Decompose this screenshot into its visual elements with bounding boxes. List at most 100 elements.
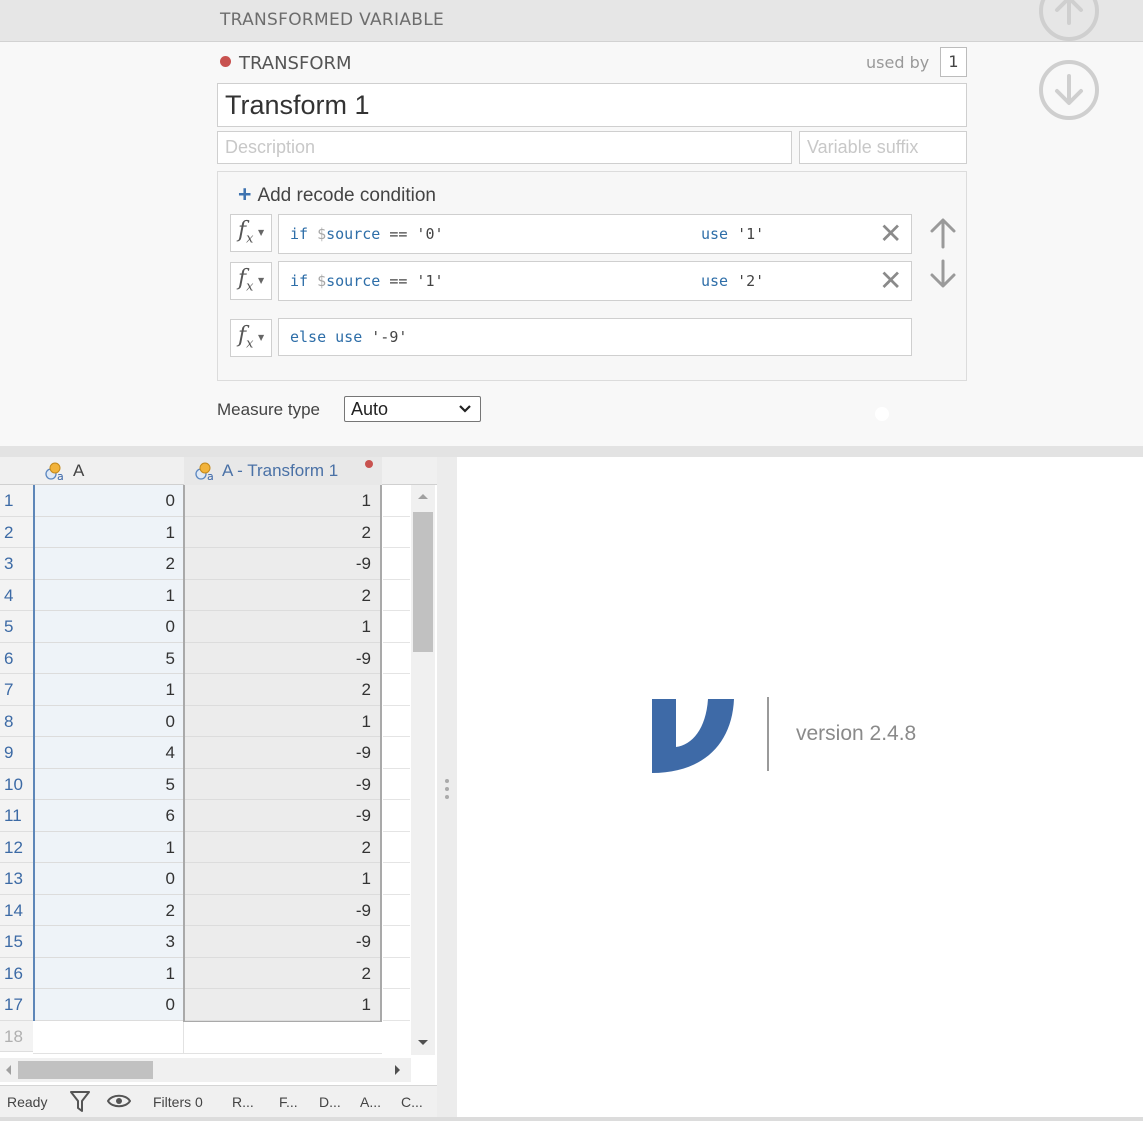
arrow-down-circle-icon[interactable] xyxy=(1039,60,1099,120)
table-cell[interactable]: 3 xyxy=(35,926,184,958)
status-bar: Ready Filters 0 R... F... D... A... C... xyxy=(0,1085,437,1118)
table-cell[interactable]: 2 xyxy=(185,517,380,548)
table-cell[interactable]: 2 xyxy=(35,895,184,926)
transform-name-input[interactable]: Transform 1 xyxy=(217,83,967,127)
table-cell[interactable]: 1 xyxy=(35,580,184,611)
table-cell[interactable]: 1 xyxy=(185,863,380,895)
row-number[interactable]: 13 xyxy=(0,863,33,895)
jamovi-logo-icon xyxy=(652,699,734,773)
eye-icon[interactable] xyxy=(107,1093,131,1109)
table-cell[interactable]: 0 xyxy=(35,989,184,1021)
add-recode-condition-button[interactable]: + Add recode condition xyxy=(238,181,436,208)
table-cell[interactable]: 0 xyxy=(35,706,184,737)
table-cell[interactable]: 1 xyxy=(185,989,380,1021)
table-cell[interactable]: -9 xyxy=(185,737,380,769)
table-cell[interactable]: 5 xyxy=(35,643,184,674)
vertical-scrollbar[interactable] xyxy=(411,485,435,1055)
row-number[interactable]: 14 xyxy=(0,894,33,926)
row-number[interactable]: 15 xyxy=(0,926,33,958)
nominal-variable-icon: a xyxy=(45,462,64,481)
row-number[interactable]: 17 xyxy=(0,989,33,1021)
table-cell[interactable]: 1 xyxy=(35,517,184,548)
column-header-a[interactable]: a A xyxy=(34,457,183,485)
horizontal-scroll-thumb[interactable] xyxy=(18,1061,153,1079)
vertical-splitter[interactable] xyxy=(437,457,457,1121)
status-filters: Filters 0 xyxy=(153,1094,203,1110)
row-number[interactable]: 7 xyxy=(0,674,33,706)
table-cell[interactable]: 2 xyxy=(185,832,380,863)
table-cell[interactable]: 0 xyxy=(35,485,184,517)
section-label-text: TRANSFORM xyxy=(239,53,352,74)
table-cell[interactable]: -9 xyxy=(185,895,380,926)
table-cell[interactable]: 1 xyxy=(35,832,184,863)
row-number[interactable]: 18 xyxy=(0,1020,33,1052)
transform-editor: TRANSFORMED VARIABLE TRANSFORM used by 1… xyxy=(0,0,1143,446)
table-cell[interactable]: 1 xyxy=(185,706,380,737)
row-number[interactable]: 1 xyxy=(0,485,33,517)
section-label: TRANSFORM xyxy=(220,53,352,74)
table-cell[interactable]: 2 xyxy=(185,580,380,611)
horizontal-splitter[interactable] xyxy=(0,446,1143,457)
description-input[interactable]: Description xyxy=(217,131,792,164)
empty-row[interactable] xyxy=(33,1022,382,1054)
close-icon[interactable]: ✕ xyxy=(879,219,902,249)
arrow-down-icon[interactable] xyxy=(929,259,957,293)
table-cell[interactable]: 2 xyxy=(185,958,380,989)
condition-variable: source xyxy=(326,225,381,243)
table-cell[interactable]: 1 xyxy=(185,611,380,643)
formula-button[interactable]: fx ▼ xyxy=(230,262,272,300)
measure-type-select[interactable]: Auto xyxy=(344,396,481,422)
else-condition-input[interactable]: else use '-9' xyxy=(278,318,912,356)
formula-button[interactable]: fx ▼ xyxy=(230,319,272,357)
scroll-left-icon[interactable] xyxy=(3,1064,13,1076)
row-number[interactable]: 5 xyxy=(0,611,33,643)
arrow-up-icon[interactable] xyxy=(929,217,957,253)
chevron-down-icon: ▼ xyxy=(258,276,265,285)
scroll-right-icon[interactable] xyxy=(393,1064,403,1076)
close-icon[interactable]: ✕ xyxy=(879,266,902,296)
column-header-transform[interactable]: a A - Transform 1 xyxy=(184,457,382,485)
table-cell[interactable]: 4 xyxy=(35,737,184,769)
filter-icon[interactable] xyxy=(70,1090,90,1114)
used-by-count[interactable]: 1 xyxy=(940,47,967,77)
row-number[interactable]: 2 xyxy=(0,516,33,548)
arrow-up-circle-icon[interactable] xyxy=(1039,0,1099,41)
table-cell[interactable]: 2 xyxy=(185,674,380,706)
condition-input[interactable]: if $source == '0' use '1' ✕ xyxy=(278,214,912,254)
table-cell[interactable]: 6 xyxy=(35,800,184,832)
table-cell[interactable]: -9 xyxy=(185,926,380,958)
table-cell[interactable]: -9 xyxy=(185,548,380,580)
table-cell[interactable]: -9 xyxy=(185,643,380,674)
variable-suffix-input[interactable]: Variable suffix xyxy=(799,131,967,164)
row-number[interactable]: 12 xyxy=(0,831,33,863)
table-cell[interactable]: -9 xyxy=(185,800,380,832)
empty-column[interactable] xyxy=(383,485,410,1054)
row-number[interactable]: 6 xyxy=(0,642,33,674)
table-cell[interactable]: 1 xyxy=(185,485,380,517)
table-cell[interactable]: 5 xyxy=(35,769,184,800)
else-value: '-9' xyxy=(371,328,408,346)
row-number[interactable]: 11 xyxy=(0,800,33,832)
if-keyword: if xyxy=(290,225,309,243)
row-number[interactable]: 3 xyxy=(0,548,33,580)
row-number[interactable]: 9 xyxy=(0,737,33,769)
horizontal-scrollbar[interactable] xyxy=(0,1058,411,1082)
row-number[interactable]: 10 xyxy=(0,768,33,800)
condition-expression: == '1' xyxy=(389,272,444,290)
row-number[interactable]: 16 xyxy=(0,957,33,989)
row-number[interactable]: 8 xyxy=(0,705,33,737)
formula-button[interactable]: fx ▼ xyxy=(230,214,272,252)
table-cell[interactable]: 0 xyxy=(35,863,184,895)
version-label: version 2.4.8 xyxy=(796,722,917,745)
table-cell[interactable]: 1 xyxy=(35,958,184,989)
table-cell[interactable]: 0 xyxy=(35,611,184,643)
vertical-scroll-thumb[interactable] xyxy=(413,512,433,652)
table-cell[interactable]: 2 xyxy=(35,548,184,580)
table-cell[interactable]: 1 xyxy=(35,674,184,706)
row-number[interactable]: 4 xyxy=(0,579,33,611)
scroll-up-icon[interactable] xyxy=(417,491,429,501)
scroll-down-icon[interactable] xyxy=(417,1038,429,1048)
condition-value: '2' xyxy=(737,272,765,290)
condition-input[interactable]: if $source == '1' use '2' ✕ xyxy=(278,261,912,301)
table-cell[interactable]: -9 xyxy=(185,769,380,800)
